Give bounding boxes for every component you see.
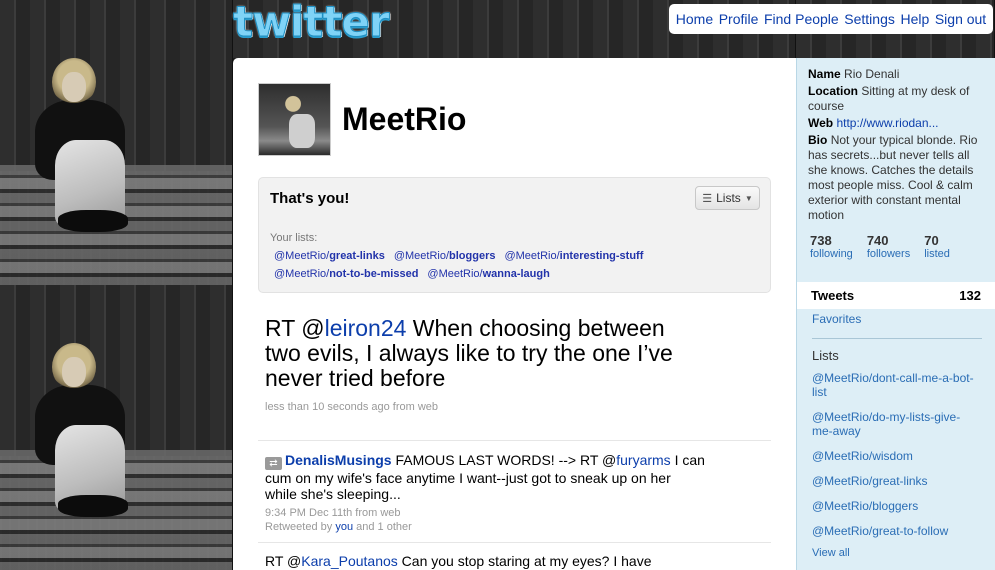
stat-followers[interactable]: 740 followers — [867, 233, 910, 260]
tweet-timestamp[interactable]: 9:34 PM Dec 11th from web — [265, 506, 705, 520]
profile-bio-row: Bio Not your typical blonde. Rio has sec… — [808, 133, 978, 222]
your-lists-label: Your lists: — [270, 232, 318, 244]
latest-tweet-meta: less than 10 seconds ago from web — [265, 401, 439, 413]
tweet-text: RT @Kara_Poutanos Can you stop staring a… — [265, 553, 652, 569]
profile-stats: 738 following 740 followers 70 listed — [810, 233, 950, 260]
top-navigation: Home Profile Find People Settings Help S… — [669, 4, 993, 34]
retweeted-by-you-link[interactable]: you — [335, 521, 353, 533]
mention-link[interactable]: Kara_Poutanos — [301, 553, 398, 569]
sidebar-list-link[interactable]: @MeetRio/wisdom — [812, 449, 977, 463]
tweets-count: 132 — [959, 288, 981, 303]
favorites-link[interactable]: Favorites — [812, 312, 861, 326]
lists-button-label: Lists — [716, 191, 741, 205]
timeline-tweet: ⇄ DenalisMusings FAMOUS LAST WORDS! --> R… — [265, 452, 705, 534]
profile-web-row: Web http://www.riodan... — [808, 116, 939, 130]
profile-name-row: Name Rio Denali — [808, 67, 900, 81]
main-content: MeetRio That's you! ☰ Lists ▼ Your lists… — [233, 58, 796, 570]
tweet-text: ⇄ DenalisMusings FAMOUS LAST WORDS! --> R… — [265, 452, 705, 502]
list-link[interactable]: @MeetRio/great-links — [274, 250, 385, 262]
tweets-count-row[interactable]: Tweets 132 — [797, 282, 995, 309]
list-link[interactable]: @MeetRio/interesting-stuff — [504, 250, 643, 262]
tweet-author-link[interactable]: DenalisMusings — [285, 452, 392, 468]
timeline-tweet: RT @Kara_Poutanos Can you stop staring a… — [265, 553, 705, 569]
nav-find-people-link[interactable]: Find People — [764, 11, 839, 27]
retweet-icon: ⇄ — [265, 457, 282, 470]
background-photo-tile — [0, 285, 233, 570]
list-link[interactable]: @MeetRio/not-to-be-missed — [274, 268, 418, 280]
nav-settings-link[interactable]: Settings — [844, 11, 895, 27]
background-photo-tile — [0, 0, 233, 285]
your-lists-row: @MeetRio/not-to-be-missed @MeetRio/wanna… — [274, 268, 764, 280]
profile-web-link[interactable]: http://www.riodan... — [836, 116, 938, 130]
lists-dropdown-button[interactable]: ☰ Lists ▼ — [695, 186, 760, 210]
twitter-logo[interactable]: twitter — [233, 0, 391, 44]
sidebar-lists: @MeetRio/dont-call-me-a-bot-list @MeetRi… — [812, 371, 977, 549]
profile-info: Name Rio Denali Location Sitting at my d… — [808, 67, 986, 225]
list-link[interactable]: @MeetRio/wanna-laugh — [427, 268, 549, 280]
your-lists-row: @MeetRio/great-links @MeetRio/bloggers @… — [274, 250, 764, 262]
list-icon: ☰ — [702, 192, 713, 205]
latest-tweet-text: RT @leiron24 When choosing between two e… — [265, 315, 673, 391]
nav-profile-link[interactable]: Profile — [719, 11, 759, 27]
stat-following[interactable]: 738 following — [810, 233, 853, 260]
profile-screen-name: MeetRio — [342, 101, 467, 137]
sidebar-divider — [812, 338, 982, 339]
timeline-divider — [258, 542, 771, 543]
view-all-lists-link[interactable]: View all — [812, 547, 850, 559]
stat-listed[interactable]: 70 listed — [924, 233, 950, 260]
lists-heading: Lists — [812, 348, 839, 363]
timeline-divider — [258, 440, 771, 441]
mention-link[interactable]: leiron24 — [325, 315, 407, 341]
retweeted-by: Retweeted by you and 1 other — [265, 521, 412, 533]
sidebar-list-link[interactable]: @MeetRio/great-to-follow — [812, 524, 977, 538]
tweets-label: Tweets — [811, 288, 855, 303]
chevron-down-icon: ▼ — [744, 193, 753, 203]
nav-help-link[interactable]: Help — [900, 11, 929, 27]
tweet-meta: 9:34 PM Dec 11th from web Retweeted by y… — [265, 506, 705, 534]
sidebar-list-link[interactable]: @MeetRio/dont-call-me-a-bot-list — [812, 371, 977, 399]
profile-header: MeetRio — [258, 83, 466, 156]
list-link[interactable]: @MeetRio/bloggers — [394, 250, 496, 262]
sidebar-list-link[interactable]: @MeetRio/do-my-lists-give-me-away — [812, 410, 977, 438]
your-lists: @MeetRio/great-links @MeetRio/bloggers @… — [274, 250, 764, 286]
mention-link[interactable]: furyarms — [616, 452, 670, 468]
nav-home-link[interactable]: Home — [676, 11, 713, 27]
thats-you-title: That's you! — [270, 190, 350, 207]
thats-you-box: That's you! ☰ Lists ▼ Your lists: @MeetR… — [258, 177, 771, 293]
nav-sign-out-link[interactable]: Sign out — [935, 11, 986, 27]
sidebar-list-link[interactable]: @MeetRio/bloggers — [812, 499, 977, 513]
sidebar-list-link[interactable]: @MeetRio/great-links — [812, 474, 977, 488]
profile-sidebar: Name Rio Denali Location Sitting at my d… — [796, 58, 995, 570]
profile-location-row: Location Sitting at my desk of course — [808, 84, 970, 113]
latest-tweet: RT @leiron24 When choosing between two e… — [265, 315, 705, 414]
profile-avatar[interactable] — [258, 83, 331, 156]
